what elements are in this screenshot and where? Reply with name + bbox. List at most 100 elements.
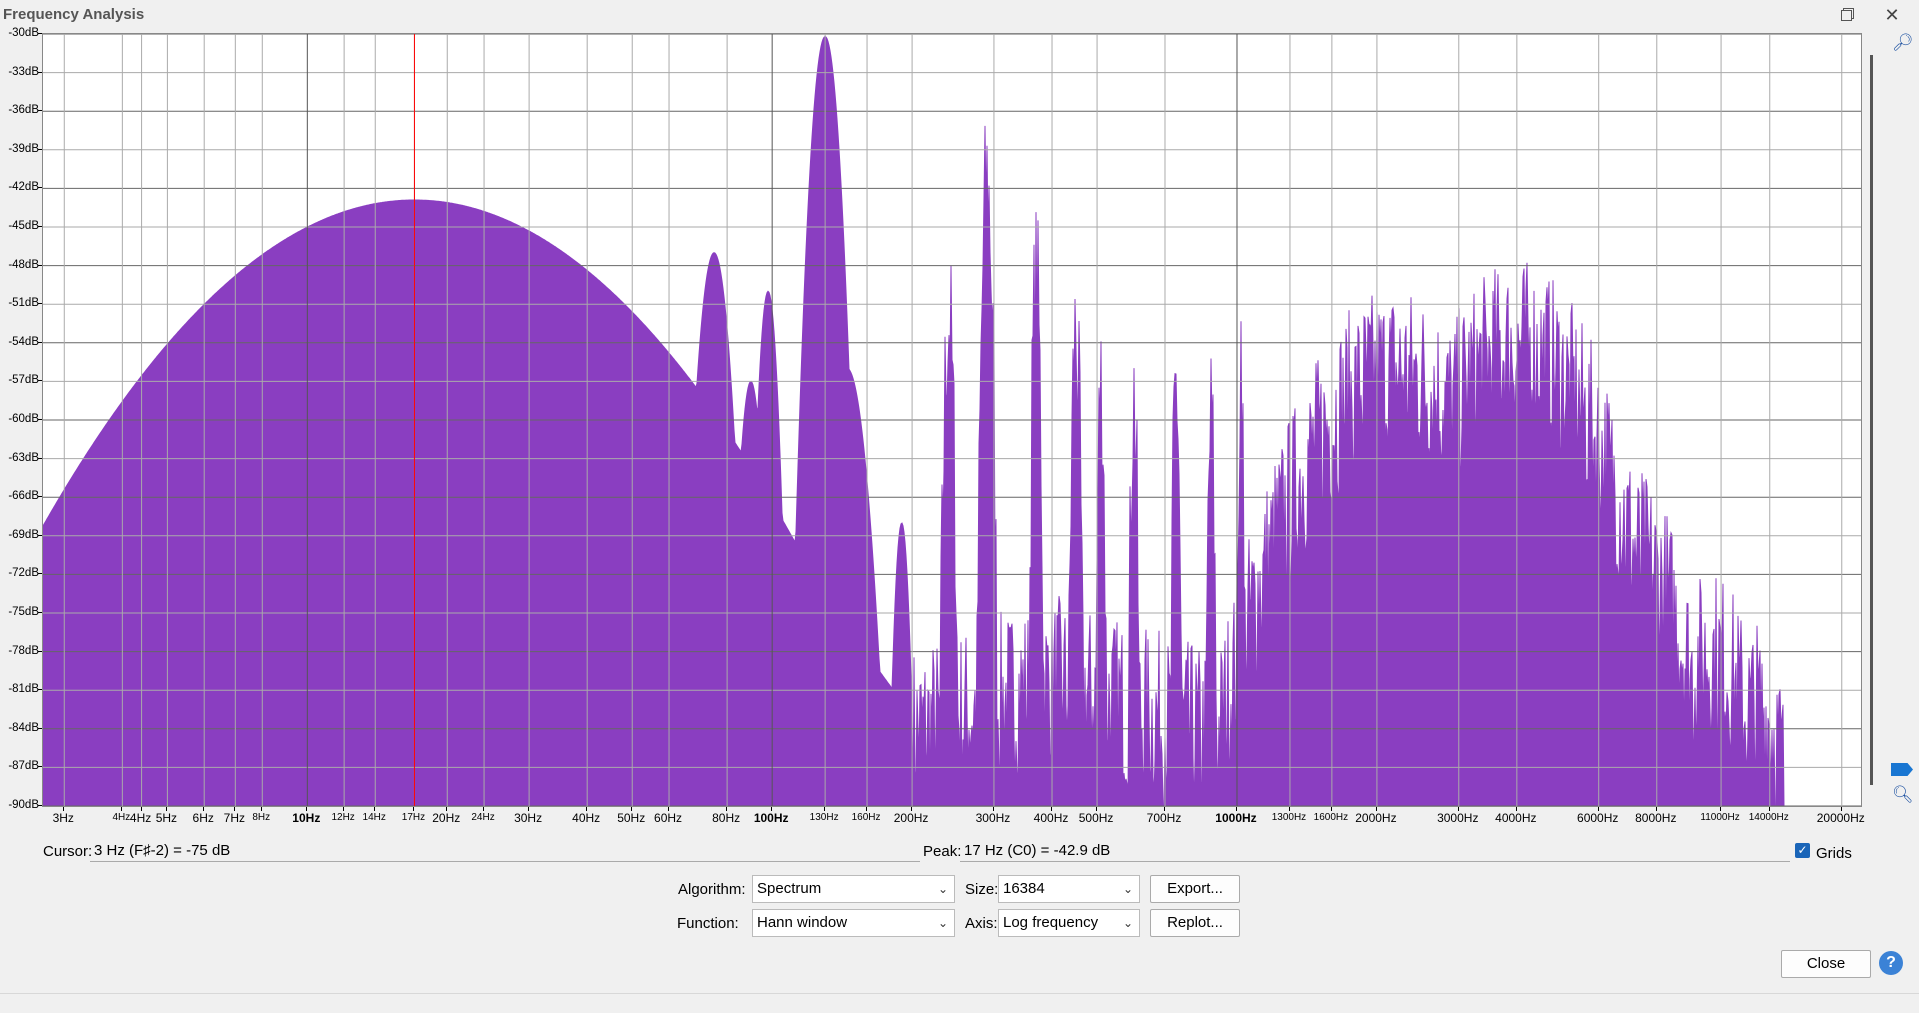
y-tick-label: -48dB [8,258,39,271]
chevron-down-icon: ⌄ [937,882,948,896]
x-tick-label: 80Hz [712,811,741,825]
x-tick-label: 700Hz [1146,811,1182,825]
size-value: 16384 [1003,880,1045,897]
x-tick-mark [668,807,670,811]
x-tick-label: 14Hz [362,812,386,823]
axis-select[interactable]: Log frequency ⌄ [998,909,1140,937]
x-tick-label: 24Hz [471,812,495,823]
x-tick-mark [771,807,773,811]
x-tick-label: 17Hz [401,812,426,823]
function-select[interactable]: Hann window ⌄ [752,909,955,937]
x-tick-label: 14000Hz [1748,812,1789,823]
x-tick-label: 12Hz [331,812,355,823]
x-tick-mark [1515,807,1517,811]
restore-button[interactable] [1823,0,1869,30]
x-tick-mark [1096,807,1098,811]
x-tick-label: 160Hz [851,812,881,823]
y-tick-label: -66dB [8,490,39,503]
y-tick-label: -51dB [8,297,39,310]
x-tick-mark [374,807,376,811]
x-tick-mark [866,807,868,811]
vertical-zoom-bar[interactable]: 🔎︎ 🔍︎ [1862,33,1919,807]
cursor-value: 3 Hz (F♯-2) = -75 dB [90,840,920,862]
y-tick-label: -54dB [8,335,39,348]
x-tick-label: 1600Hz [1313,812,1349,823]
spectrum-plot[interactable] [42,33,1862,807]
y-tick-label: -30dB [8,27,39,39]
x-tick-mark [824,807,826,811]
x-tick-label: 400Hz [1033,811,1069,825]
x-tick-label: 30Hz [514,811,543,825]
x-tick-label: 40Hz [572,811,601,825]
x-tick-mark [63,807,65,811]
x-tick-mark [306,807,308,811]
x-tick-mark [1163,807,1165,811]
y-tick-label: -87dB [8,760,39,773]
x-tick-label: 4Hz [112,812,131,823]
x-tick-mark [483,807,485,811]
x-tick-label: 2000Hz [1355,811,1397,825]
cursor-label: Cursor: [43,843,93,860]
x-tick-label: 50Hz [617,811,646,825]
status-divider [0,993,1919,994]
x-tick-mark [726,807,728,811]
x-tick-label: 11000Hz [1700,812,1740,823]
x-tick-label: 5Hz [155,811,178,825]
x-tick-label: 60Hz [654,811,683,825]
grids-checkbox[interactable]: ✓ [1795,843,1810,858]
x-tick-mark [992,807,994,811]
axis-label: Axis: [965,915,998,932]
x-tick-mark [1720,807,1722,811]
x-tick-label: 4000Hz [1495,811,1537,825]
x-tick-label: 300Hz [975,811,1011,825]
function-value: Hann window [757,914,848,931]
zoom-in-icon[interactable]: 🔎︎ [1892,33,1914,55]
algorithm-select[interactable]: Spectrum ⌄ [752,875,955,903]
x-tick-label: 10Hz [292,811,321,825]
x-tick-mark [343,807,345,811]
x-tick-mark [1655,807,1657,811]
y-tick-label: -90dB [8,799,39,811]
y-tick-label: -33dB [8,65,39,78]
close-button[interactable]: Close [1781,950,1871,978]
x-tick-mark [1051,807,1053,811]
x-tick-mark [1375,807,1377,811]
x-tick-mark [1235,807,1237,811]
x-tick-mark [261,807,263,811]
x-tick-mark [1288,807,1290,811]
title-bar: Frequency Analysis ✕ [0,0,1919,30]
x-tick-mark [121,807,123,811]
x-tick-label: 200Hz [893,811,929,825]
help-button[interactable]: ? [1879,951,1903,975]
grids-label[interactable]: Grids [1816,845,1852,862]
zoom-out-icon[interactable]: 🔍︎ [1892,785,1914,807]
chevron-down-icon: ⌄ [1122,916,1133,930]
restore-icon [1840,9,1852,21]
x-tick-mark [631,807,633,811]
spectrum-svg [43,34,1861,806]
y-tick-label: -72dB [8,567,39,580]
size-select[interactable]: 16384 ⌄ [998,875,1140,903]
x-tick-label: 130Hz [809,812,839,823]
close-window-button[interactable]: ✕ [1869,0,1915,30]
export-button[interactable]: Export... [1150,875,1240,903]
y-tick-label: -39dB [8,142,39,155]
x-tick-label: 8000Hz [1635,811,1677,825]
algorithm-value: Spectrum [757,880,822,897]
size-label: Size: [965,881,999,898]
y-tick-label: -42dB [8,181,39,194]
x-tick-mark [1597,807,1599,811]
x-tick-mark [911,807,913,811]
x-tick-mark [140,807,142,811]
x-tick-label: 20000Hz [1816,811,1865,825]
x-axis: 3Hz 4Hz 4Hz 5Hz 6Hz 7Hz 8Hz 10Hz 12Hz 14Hz 17Hz 20H… [42,807,1865,829]
y-tick-label: -57dB [8,374,39,387]
peak-value: 17 Hz (C0) = -42.9 dB [960,840,1790,862]
replot-button[interactable]: Replot... [1150,909,1240,937]
x-tick-mark [1768,807,1770,811]
zoom-track[interactable] [1870,55,1873,785]
x-tick-mark [413,807,415,811]
x-tick-mark [203,807,205,811]
close-icon: ✕ [1884,4,1900,25]
x-tick-label: 3Hz [52,811,74,825]
